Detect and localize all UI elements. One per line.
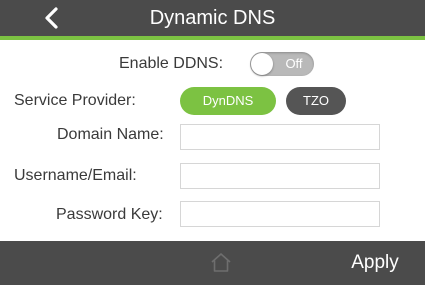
page-title: Dynamic DNS — [149, 7, 276, 29]
enable-ddns-toggle[interactable]: Off — [250, 52, 314, 76]
service-provider-label: Service Provider: — [14, 92, 136, 109]
provider-dyndns-button[interactable]: DynDNS — [180, 87, 276, 115]
username-email-input[interactable] — [180, 163, 380, 189]
home-icon — [211, 253, 231, 272]
toggle-state-text: Off — [285, 56, 303, 71]
password-key-input[interactable] — [180, 201, 380, 227]
username-email-label: Username/Email: — [14, 167, 137, 184]
enable-ddns-label: Enable DDNS: — [119, 55, 224, 72]
toggle-knob — [251, 53, 273, 75]
home-button[interactable] — [209, 251, 233, 275]
domain-name-input[interactable] — [180, 124, 380, 150]
header-bar: Dynamic DNS — [0, 0, 425, 40]
password-key-label: Password Key: — [56, 206, 163, 223]
provider-tzo-button[interactable]: TZO — [286, 87, 346, 115]
footer-bar: Apply — [0, 241, 425, 285]
domain-name-label: Domain Name: — [57, 126, 164, 143]
apply-button[interactable]: Apply — [340, 241, 410, 285]
